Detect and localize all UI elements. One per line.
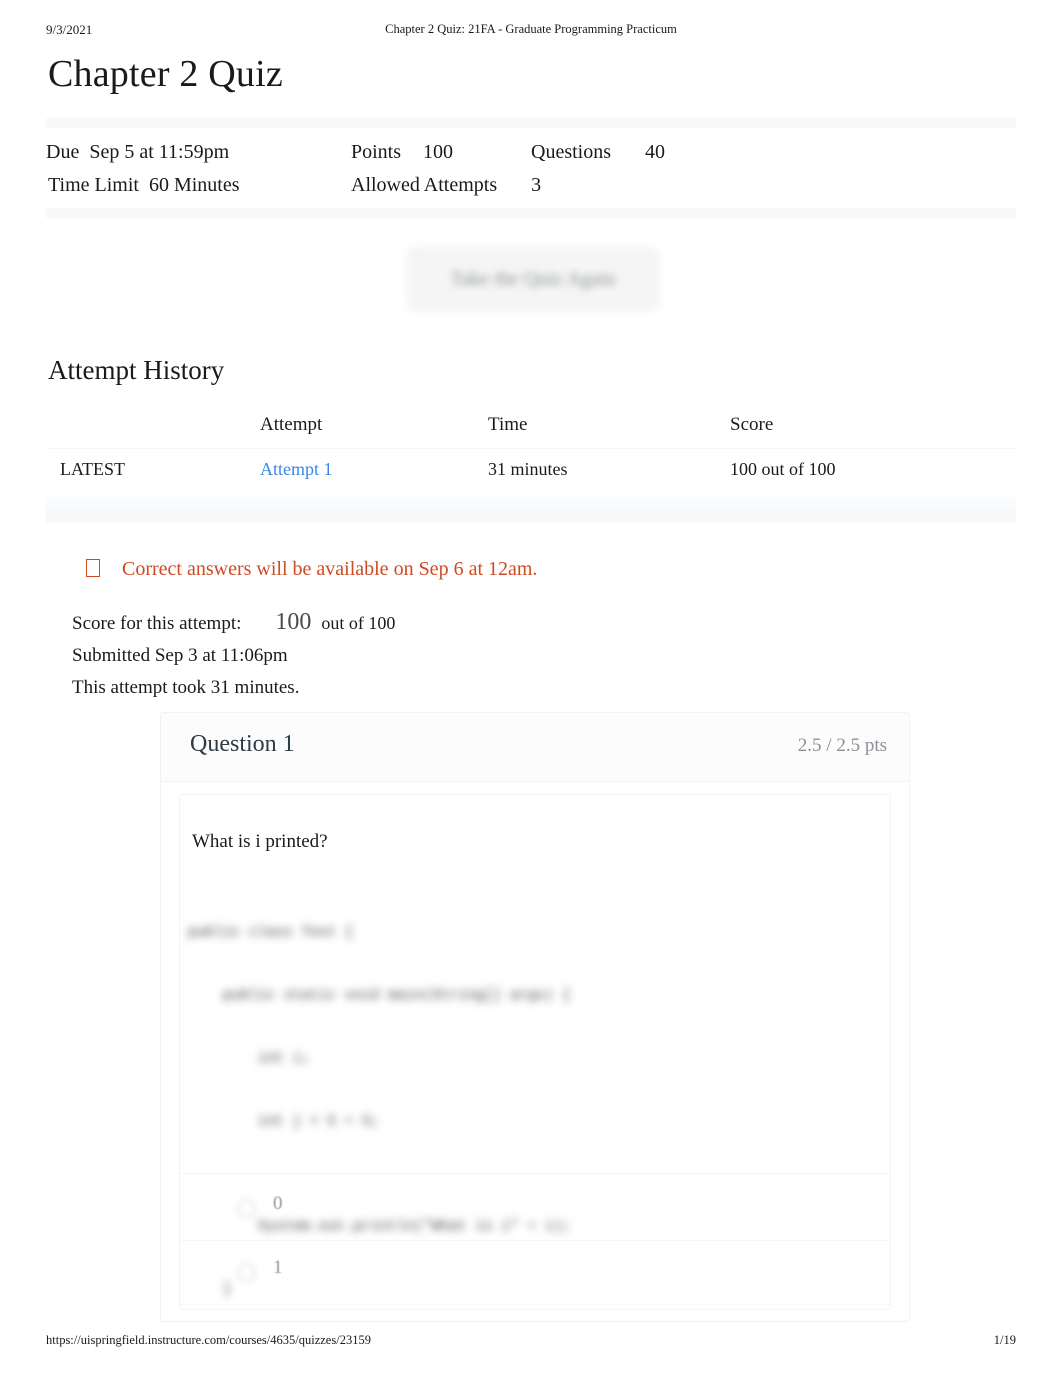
score-row: Score for this attempt: 100 out of 100 [72,606,395,640]
footer-page-number: 1/19 [993,1333,1016,1347]
score-out-of: out of 100 [321,613,396,633]
answers-divider [180,1173,890,1174]
questions-segment: Questions 40 [531,136,665,169]
quiz-details: Due Sep 5 at 11:59pm Points 100 Questions 4… [46,118,1016,218]
code-line: public class Test { [188,925,354,941]
answer-options: 0 1 5 [180,1177,890,1322]
table-bottom-band-inner [46,508,1016,522]
points-segment: Points 100 [351,136,531,169]
allowed-attempts-label: Allowed Attempts [351,174,498,196]
question-title: Question 1 [190,731,295,757]
answer-option-label: 0 [273,1193,283,1214]
column-header-attempt: Attempt [260,414,323,435]
answer-option-1[interactable]: 1 [180,1241,890,1305]
row-latest-marker: LATEST [60,459,125,479]
correct-answers-notice: Correct answers will be available on Sep… [86,557,537,581]
attempt-history-body: LATEST Attempt 1 31 minutes 100 out of 1… [46,448,1016,493]
correct-answers-notice-text: Correct answers will be available on Sep… [122,558,538,580]
detail-row-2: Time Limit 60 Minutes Allowed Attempts 3 [46,169,1016,202]
submitted-row: Submitted Sep 3 at 11:06pm [72,645,288,666]
attempt-1-link[interactable]: Attempt 1 [260,459,333,479]
column-header-time: Time [488,414,528,435]
warning-box-icon [86,559,100,577]
answer-option-label: 1 [273,1257,283,1278]
detail-bottom-rule [46,208,1016,218]
attempt-history-heading: Attempt History [48,355,225,385]
time-limit-segment: Time Limit 60 Minutes [46,169,351,202]
answer-option-2[interactable]: 5 [180,1305,890,1322]
question-header: Question 1 2.5 / 2.5 pts [161,713,909,782]
row-score-cell: 100 out of 100 [730,459,836,479]
answer-option-0[interactable]: 0 [180,1177,890,1241]
question-prompt: What is i printed? [192,831,328,852]
print-footer: https://uispringfield.instructure.com/co… [0,1333,1062,1353]
row-time-cell: 31 minutes [488,459,568,479]
score-summary: Score for this attempt: 100 out of 100 Sub… [72,606,395,704]
detail-row-1: Due Sep 5 at 11:59pm Points 100 Questions 4… [46,136,1016,169]
question-card: Question 1 2.5 / 2.5 pts What is i print… [160,712,910,1322]
page-title: Chapter 2 Quiz [48,53,283,95]
detail-top-rule [46,118,1016,128]
retake-button-wrapper: Take the Quiz Again [408,248,658,310]
due-value: Sep 5 at 11:59pm [89,141,230,163]
attempt-history-header-row: Attempt Time Score [46,410,1016,449]
print-document-title: Chapter 2 Quiz: 21FA - Graduate Programm… [385,22,677,36]
code-line: int i; [188,1051,310,1067]
duration-row: This attempt took 31 minutes. [72,677,300,698]
points-value: 100 [423,141,454,163]
code-line: public static void main(String[] args) { [188,988,571,1004]
detail-rows: Due Sep 5 at 11:59pm Points 100 Questions 4… [46,128,1016,208]
radio-button-icon[interactable] [237,1199,256,1218]
row-attempt-cell: Attempt 1 [260,449,488,493]
code-line: int j = 5 + 5; [188,1114,380,1130]
score-value: 100 [275,609,312,635]
time-limit-label: Time Limit [48,174,139,196]
allowed-attempts-value: 3 [531,174,542,196]
table-row: LATEST Attempt 1 31 minutes 100 out of 1… [46,448,1016,493]
questions-value: 40 [645,141,665,163]
footer-url: https://uispringfield.instructure.com/co… [46,1333,371,1347]
due-segment: Due Sep 5 at 11:59pm [46,136,351,169]
question-points: 2.5 / 2.5 pts [797,735,887,756]
print-header: 9/3/2021 Chapter 2 Quiz: 21FA - Graduate… [0,22,1062,42]
attempt-history-head: Attempt Time Score [46,410,1016,449]
score-label: Score for this attempt: [72,613,242,634]
question-body: What is i printed? public class Test { p… [179,794,891,1310]
take-the-quiz-again-button[interactable]: Take the Quiz Again [408,248,658,310]
answer-option-label: 5 [273,1321,283,1322]
questions-label: Questions [531,141,611,163]
attempt-history-table: Attempt Time Score LATEST Attempt 1 31 m… [46,410,1016,492]
points-label: Points [351,141,402,163]
radio-button-icon[interactable] [237,1263,256,1282]
column-header-score: Score [730,414,774,435]
column-header-blank [46,410,260,449]
allowed-attempts-segment: Allowed Attempts 3 [351,169,541,202]
time-limit-value: 60 Minutes [148,174,240,196]
due-label: Due [46,141,80,163]
